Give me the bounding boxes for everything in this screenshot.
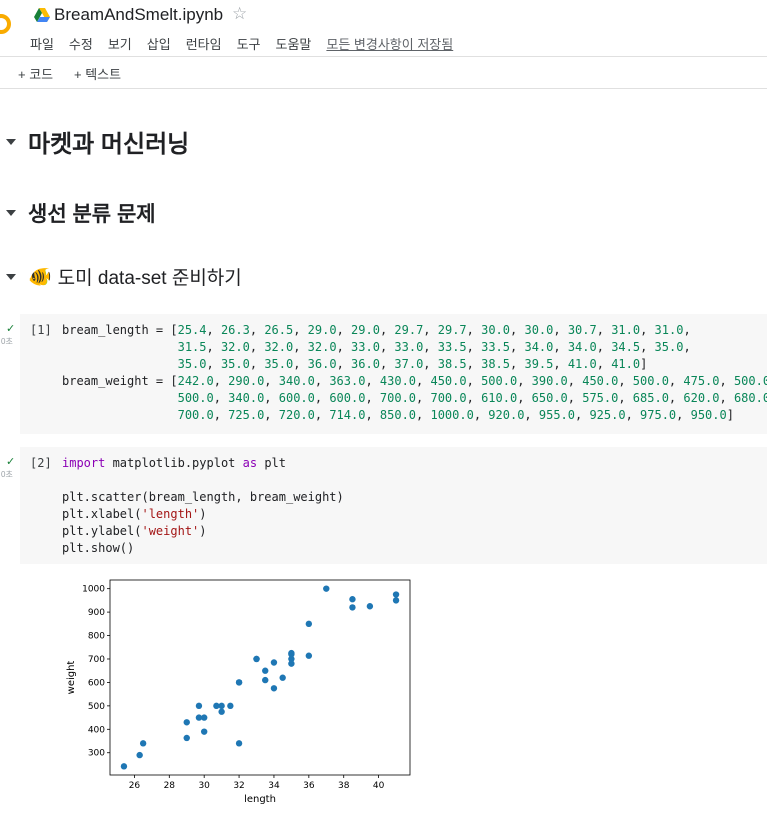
scatter-point [200, 728, 208, 735]
x-tick-label: 40 [373, 781, 385, 791]
scatter-point [195, 702, 203, 710]
scatter-point [183, 734, 190, 742]
scatter-point [349, 604, 356, 611]
code-line[interactable]: 500.0, 340.0, 600.0, 600.0, 700.0, 700.0… [62, 390, 767, 407]
heading-1: 마켓과 머신러닝 [28, 131, 190, 158]
scatter-point [227, 702, 234, 710]
x-tick-label: 26 [129, 781, 141, 791]
scatter-point [305, 620, 313, 628]
scatter-point [253, 655, 260, 663]
add-text-button[interactable]: + 텍스트 [74, 64, 121, 83]
menu-file[interactable]: 파일 [30, 34, 54, 53]
scatter-point [262, 667, 269, 674]
code-line[interactable]: import matplotlib.pyplot as plt [62, 455, 344, 472]
scatter-point [305, 652, 313, 659]
exec-count-2: [2] [30, 456, 52, 470]
code-editor-2[interactable]: import matplotlib.pyplot as plt plt.scat… [62, 455, 344, 557]
scatter-point [139, 740, 147, 747]
scatter-point [218, 708, 225, 715]
scatter-point [392, 591, 400, 598]
scatter-point [235, 740, 243, 747]
scatter-point [323, 585, 330, 592]
scatter-point [235, 679, 243, 686]
y-tick-label: 300 [88, 749, 105, 759]
scatter-point [392, 597, 400, 604]
x-axis-label: length [244, 794, 276, 805]
x-tick-label: 28 [164, 781, 176, 791]
run-success-check-icon[interactable]: ✓ [6, 455, 15, 468]
scatter-point [288, 651, 295, 658]
scatter-plot-output: 26 28 30 32 34 36 38 40 300 400 500 600 700 800 900 100… [66, 579, 411, 805]
menu-help[interactable]: 도움말 [276, 34, 312, 53]
y-tick-label: 400 [88, 725, 105, 735]
code-line[interactable] [62, 472, 344, 489]
notebook-title[interactable]: BreamAndSmelt.ipynb [54, 5, 223, 25]
code-line[interactable]: bream_length = [25.4, 26.3, 26.5, 29.0, … [62, 322, 767, 339]
scatter-point [262, 676, 269, 684]
code-line[interactable]: 35.0, 35.0, 35.0, 36.0, 36.0, 37.0, 38.5… [62, 356, 767, 373]
y-tick-label: 1000 [82, 585, 105, 595]
section-heading-2: 생선 분류 문제 [6, 198, 156, 228]
notebook-toolbar: + 코드 + 텍스트 [0, 56, 767, 89]
menu-insert[interactable]: 삽입 [147, 34, 171, 53]
scatter-point [270, 685, 278, 692]
code-line[interactable]: plt.xlabel('length') [62, 506, 344, 523]
code-line[interactable]: plt.show() [62, 540, 344, 557]
google-drive-icon[interactable] [34, 8, 50, 22]
star-icon[interactable]: ☆ [232, 4, 247, 24]
scatter-point [279, 674, 286, 681]
menu-runtime[interactable]: 런타임 [186, 34, 222, 53]
code-line[interactable]: bream_weight = [242.0, 290.0, 340.0, 363… [62, 373, 767, 390]
x-tick-label: 38 [338, 781, 350, 791]
menu-bar: 파일 수정 보기 삽입 런타임 도구 도움말 모든 변경사항이 저장됨 [30, 34, 468, 53]
heading-3: 도미 data-set 준비하기 [57, 268, 242, 289]
section-heading-1: 마켓과 머신러닝 [6, 124, 189, 159]
x-tick-label: 30 [198, 781, 210, 791]
code-line[interactable]: plt.ylabel('weight') [62, 523, 344, 540]
x-tick-label: 32 [233, 781, 244, 791]
scatter-point [349, 596, 356, 603]
cell-exec-time: 0초 [1, 470, 13, 479]
y-tick-label: 800 [88, 632, 105, 642]
scatter-point [218, 702, 225, 710]
fish-emoji-icon: 🐠 [28, 266, 52, 288]
y-axis-label: weight [66, 661, 77, 695]
cell-exec-time: 0초 [1, 337, 13, 346]
collapse-caret-icon[interactable] [6, 210, 16, 216]
code-line[interactable]: plt.scatter(bream_length, bream_weight) [62, 489, 344, 506]
y-tick-label: 700 [88, 655, 105, 665]
scatter-point [366, 603, 374, 610]
y-tick-label: 900 [88, 608, 105, 618]
colab-logo-icon[interactable] [0, 14, 11, 34]
code-line[interactable]: 700.0, 725.0, 720.0, 714.0, 850.0, 1000.… [62, 407, 767, 424]
menu-view[interactable]: 보기 [108, 34, 132, 53]
section-heading-3: 🐠 도미 data-set 준비하기 [6, 263, 242, 290]
scatter-point [200, 714, 208, 721]
code-editor-1[interactable]: bream_length = [25.4, 26.3, 26.5, 29.0, … [62, 322, 767, 424]
run-success-check-icon[interactable]: ✓ [6, 322, 15, 335]
y-tick-label: 500 [88, 702, 105, 712]
collapse-caret-icon[interactable] [6, 273, 16, 280]
scatter-point [270, 659, 278, 666]
x-tick-label: 34 [268, 781, 280, 791]
menu-edit[interactable]: 수정 [69, 34, 93, 53]
add-code-button[interactable]: + 코드 [18, 64, 53, 83]
x-tick-label: 36 [303, 781, 315, 791]
scatter-point [120, 763, 128, 770]
y-tick-label: 600 [88, 678, 105, 688]
heading-2: 생선 분류 문제 [28, 203, 156, 226]
app-header: BreamAndSmelt.ipynb ☆ 파일 수정 보기 삽입 런타임 도구… [0, 0, 767, 56]
collapse-caret-icon[interactable] [6, 138, 16, 145]
exec-count-1: [1] [30, 323, 52, 337]
menu-tools[interactable]: 도구 [237, 34, 261, 53]
scatter-point [136, 751, 143, 759]
code-line[interactable]: 31.5, 32.0, 32.0, 32.0, 33.0, 33.0, 33.5… [62, 339, 767, 356]
plot-axes-frame [109, 579, 411, 776]
saved-status-link[interactable]: 모든 변경사항이 저장됨 [326, 34, 453, 53]
scatter-point [183, 719, 190, 726]
